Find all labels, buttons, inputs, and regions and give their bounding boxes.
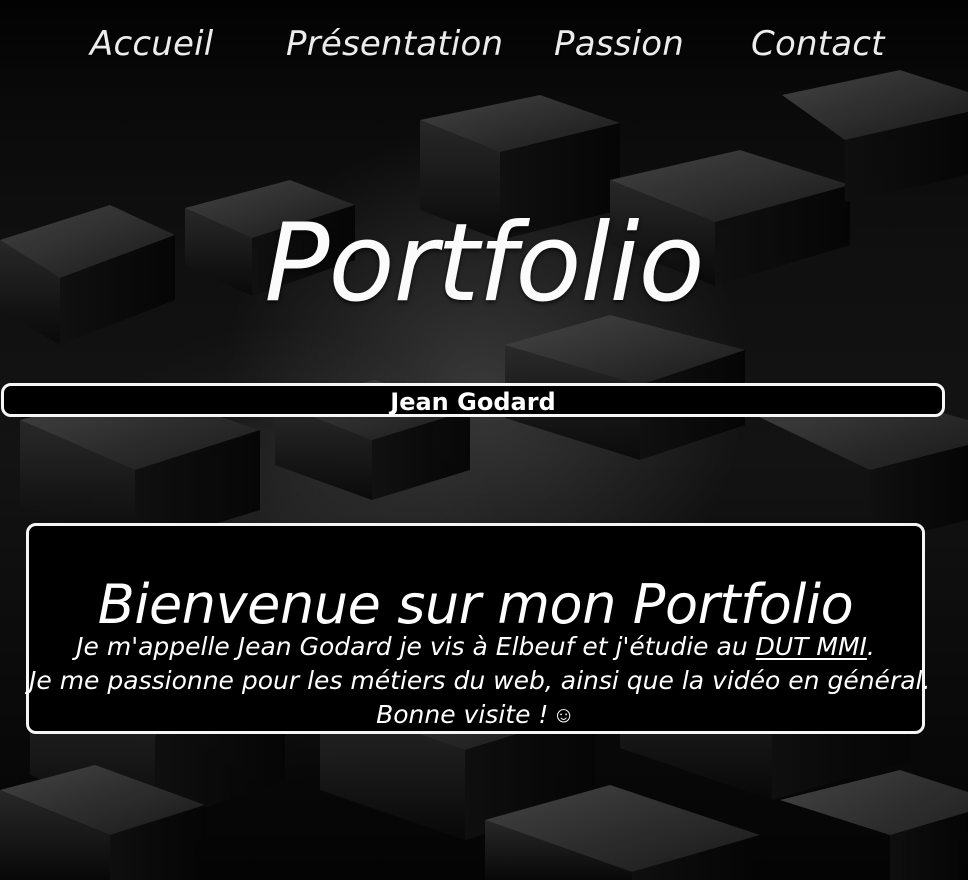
welcome-card: Bienvenue sur mon Portfolio Je m'appelle… — [26, 523, 931, 734]
welcome-title: Bienvenue sur mon Portfolio — [97, 572, 854, 636]
nav-link-accueil[interactable]: Accueil — [90, 27, 213, 61]
dut-mmi-link[interactable]: DUT MMI — [756, 632, 867, 661]
intro-line-prefix: Je m'appelle Jean Godard je vis à Elbeuf… — [76, 632, 756, 661]
cube-background — [0, 70, 968, 880]
nav-link-presentation[interactable]: Présentation — [286, 27, 503, 61]
passion-line: Je me passionne pour les métiers du web,… — [29, 666, 931, 695]
nav-link-contact[interactable]: Contact — [751, 27, 885, 61]
portfolio-title: Portfolio — [264, 201, 704, 327]
smile-icon: ☺ — [552, 703, 575, 728]
intro-line: Je m'appelle Jean Godard je vis à Elbeuf… — [29, 630, 922, 664]
intro-line-suffix: . — [866, 632, 875, 661]
welcome-text: Je m'appelle Jean Godard je vis à Elbeuf… — [29, 630, 931, 733]
name-bar: Jean Godard — [1, 383, 945, 417]
closing-text: Bonne visite ! — [376, 700, 549, 729]
owner-name: Jean Godard — [390, 388, 556, 416]
portfolio-page: Accueil Présentation Passion Contact Por… — [0, 0, 968, 880]
nav-link-passion[interactable]: Passion — [554, 27, 684, 61]
main-navigation: Accueil Présentation Passion Contact — [0, 0, 968, 95]
closing-line: Bonne visite ! ☺ — [29, 698, 922, 733]
